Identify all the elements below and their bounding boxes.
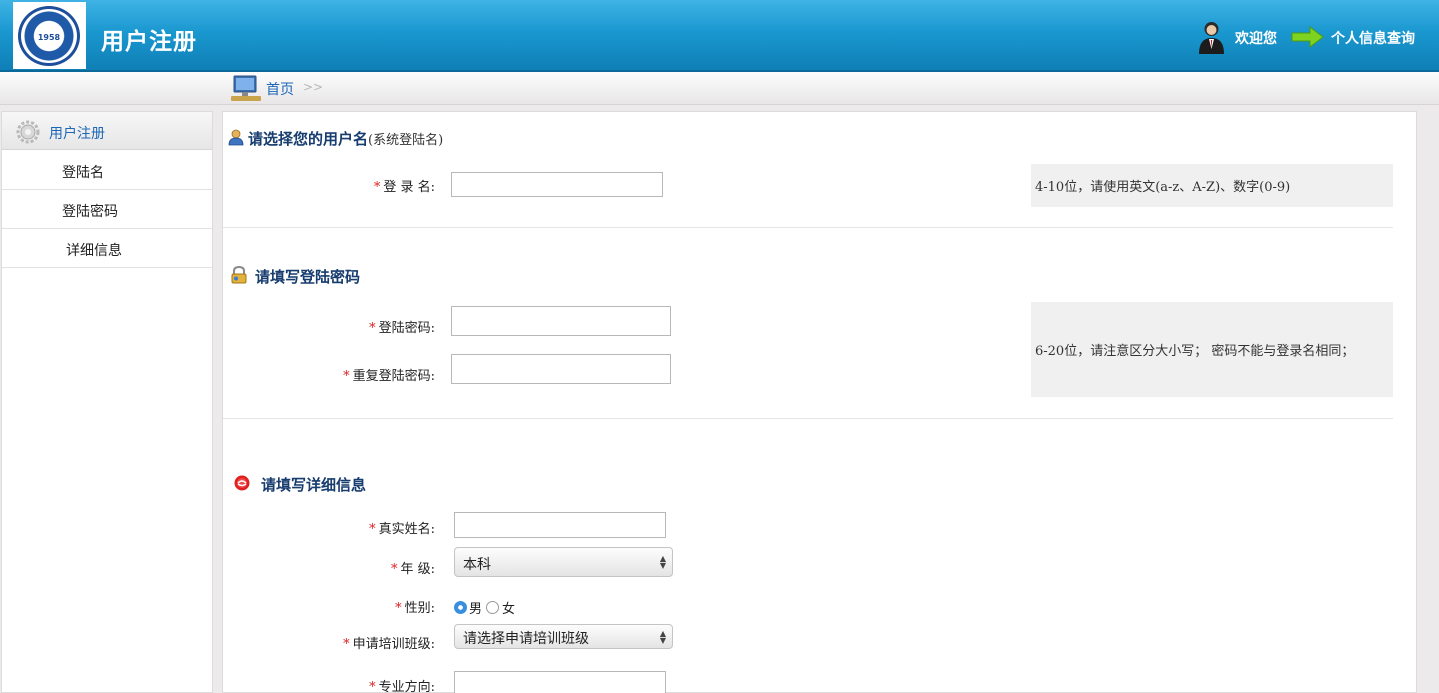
repeat-password-input[interactable] — [451, 354, 671, 384]
major-input[interactable] — [454, 671, 666, 693]
password-input[interactable] — [451, 306, 671, 336]
section-title-username: 请选择您的用户名(系统登陆名) — [248, 130, 444, 148]
breadcrumb-separator: >> — [303, 80, 324, 94]
gear-icon — [16, 120, 40, 144]
login-name-input[interactable] — [451, 172, 663, 197]
password-hint: 6-20位，请注意区分大小写； 密码不能与登录名相同； — [1031, 302, 1393, 397]
sidebar-heading[interactable]: 用户注册 — [2, 112, 212, 150]
real-name-label: * 真实姓名: — [369, 522, 435, 537]
personal-info-link[interactable]: 个人信息查询 — [1331, 28, 1415, 48]
section-title-password: 请填写登陆密码 — [255, 268, 361, 286]
training-class-label: * 申请培训班级: — [343, 637, 435, 652]
sidebar-item-details[interactable]: 详细信息 — [2, 229, 212, 268]
breadcrumb-home-link[interactable]: 首页 — [266, 79, 294, 99]
section-divider — [223, 418, 1393, 419]
welcome-text: 欢迎您 — [1235, 31, 1277, 47]
gender-label: * 性别: — [395, 601, 435, 616]
gender-male-label: 男 — [469, 602, 483, 617]
page-title: 用户注册 — [101, 29, 197, 55]
sidebar-heading-label: 用户注册 — [49, 126, 105, 142]
major-label: * 专业方向: — [369, 680, 435, 693]
repeat-password-label: * 重复登陆密码: — [343, 369, 435, 384]
grade-label: * 年 级: — [390, 562, 435, 577]
gender-radio-male[interactable] — [454, 601, 467, 614]
gender-radio-female[interactable] — [486, 601, 499, 614]
user-small-icon — [228, 129, 244, 146]
monitor-icon — [231, 75, 261, 101]
login-name-hint: 4-10位，请使用英文(a-z、A-Z)、数字(0-9) — [1031, 164, 1393, 207]
grade-select[interactable]: 本科 ▲ ▼ — [454, 547, 673, 577]
breadcrumb: 首页 >> — [0, 72, 1439, 105]
details-bullet-icon — [234, 475, 250, 491]
arrow-right-icon[interactable] — [1291, 26, 1324, 48]
sidebar: 用户注册 登陆名 登陆密码 详细信息 — [1, 111, 213, 693]
lock-icon — [231, 266, 247, 284]
user-avatar-icon — [1199, 22, 1224, 54]
sidebar-item-login-name[interactable]: 登陆名 — [2, 151, 212, 190]
section-title-details: 请填写详细信息 — [261, 476, 367, 494]
select-arrows-icon: ▲ ▼ — [659, 554, 666, 570]
section-divider — [223, 227, 1393, 228]
sidebar-item-label: 详细信息 — [66, 243, 122, 259]
sidebar-item-label: 登陆密码 — [62, 204, 118, 220]
sidebar-item-login-password[interactable]: 登陆密码 — [2, 190, 212, 229]
app-header: 1958 用户注册 欢迎您 个人信息查询 — [0, 0, 1439, 72]
training-class-selected-value: 请选择申请培训班级 — [463, 631, 589, 647]
training-class-select[interactable]: 请选择申请培训班级 ▲ ▼ — [454, 624, 673, 649]
real-name-input[interactable] — [454, 512, 666, 538]
gender-female-label: 女 — [502, 602, 516, 617]
password-label: * 登陆密码: — [369, 321, 435, 336]
login-name-label: * 登 录 名: — [373, 180, 435, 195]
grade-selected-value: 本科 — [463, 557, 491, 573]
logo-seal-icon: 1958 — [18, 6, 80, 66]
select-arrows-icon: ▲ ▼ — [659, 629, 666, 645]
registration-form: 请选择您的用户名(系统登陆名) * 登 录 名: 4-10位，请使用英文(a-z、… — [222, 111, 1417, 693]
sidebar-item-label: 登陆名 — [62, 165, 104, 181]
university-logo: 1958 — [13, 2, 86, 69]
